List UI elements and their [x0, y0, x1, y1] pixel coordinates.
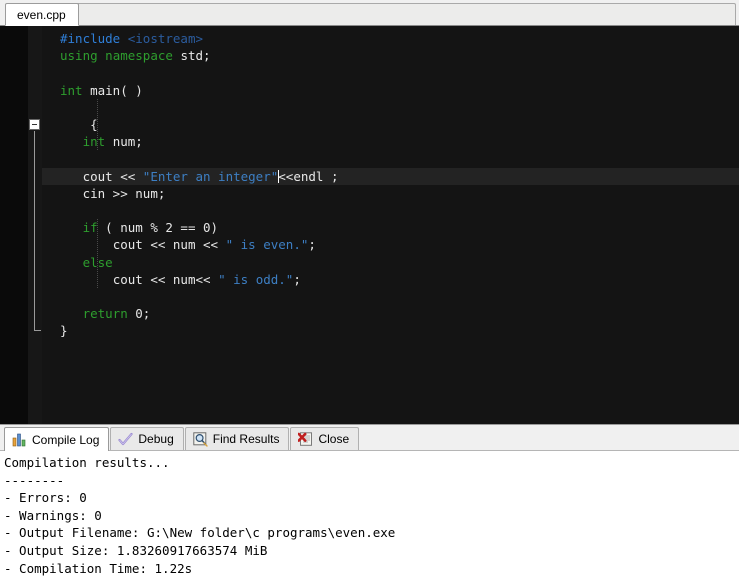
compile-log-line: - Compilation Time: 1.22s [4, 560, 193, 576]
code-line-5[interactable] [42, 99, 739, 116]
ide-window: even.cpp #include <iostream> using namesp… [0, 0, 739, 586]
compile-log-line: - Output Size: 1.83260917663574 MiB [4, 542, 268, 558]
code-line-16[interactable] [42, 288, 739, 305]
magnifier-icon [193, 431, 208, 447]
file-tab-bar-empty-area [63, 3, 736, 25]
compile-log-pane[interactable]: Compilation results... -------- - Errors: … [0, 451, 739, 586]
file-tab-label: even.cpp [17, 8, 66, 22]
code-line-17[interactable]: return 0; [42, 305, 739, 322]
bottom-tab-debug[interactable]: Debug [110, 427, 184, 450]
text-caret [277, 169, 279, 183]
bottom-tab-label: Compile Log [32, 432, 100, 447]
compile-log-line: - Warnings: 0 [4, 507, 102, 523]
check-mark-icon [118, 432, 133, 447]
file-tab-even-cpp[interactable]: even.cpp [5, 3, 79, 26]
bottom-panel: Compile Log Debug Find Results Close Compil… [0, 424, 739, 586]
code-line-14[interactable]: else [42, 254, 739, 271]
code-folding-column[interactable] [28, 26, 42, 424]
indent-guide-2 [97, 219, 98, 288]
bottom-tab-label: Find Results [212, 432, 280, 446]
code-line-10[interactable]: cin >> num; [42, 185, 739, 202]
code-line-8[interactable] [42, 150, 739, 167]
code-line-15[interactable]: cout << num<< " is odd."; [42, 271, 739, 288]
code-line-2[interactable]: using namespace std; [42, 47, 739, 64]
indent-guide-1 [97, 98, 98, 151]
fold-toggle-icon[interactable] [29, 119, 40, 130]
compile-log-line: - Errors: 0 [4, 490, 87, 506]
code-line-9[interactable]: cout << "Enter an integer"<<endl ; [42, 167, 739, 185]
code-editor[interactable]: #include <iostream> using namespace std; i… [0, 26, 739, 424]
bar-chart-icon [12, 432, 27, 447]
compile-log-line: - Output Filename: G:\New folder\c progr… [4, 525, 396, 541]
code-text-area[interactable]: #include <iostream> using namespace std; i… [42, 26, 739, 424]
bottom-tab-compile-log[interactable]: Compile Log [4, 427, 110, 451]
bottom-tab-find-results[interactable]: Find Results [184, 427, 290, 450]
bottom-tab-bar: Compile Log Debug Find Results Close [0, 425, 739, 451]
bottom-tab-label: Close [318, 432, 350, 446]
code-line-6[interactable]: { [42, 116, 739, 133]
fold-range-line [34, 131, 35, 331]
fold-range-end-tick [34, 330, 41, 332]
compile-log-line: -------- [4, 472, 65, 488]
red-x-document-icon [298, 431, 313, 447]
code-line-11[interactable] [42, 202, 739, 219]
code-line-18[interactable]: } [42, 322, 739, 339]
file-tab-bar: even.cpp [0, 0, 739, 26]
bottom-tab-label: Debug [138, 432, 174, 446]
line-number-gutter [0, 26, 28, 424]
code-line-1[interactable]: #include <iostream> [42, 30, 739, 47]
bottom-tab-close[interactable]: Close [290, 427, 360, 450]
code-line-4[interactable]: int main( ) [42, 82, 739, 99]
code-line-3[interactable] [42, 64, 739, 81]
code-line-13[interactable]: cout << num << " is even."; [42, 236, 739, 253]
code-line-12[interactable]: if ( num % 2 == 0) [42, 219, 739, 236]
compile-log-line: Compilation results... [4, 455, 170, 470]
code-line-7[interactable]: int num; [42, 133, 739, 150]
